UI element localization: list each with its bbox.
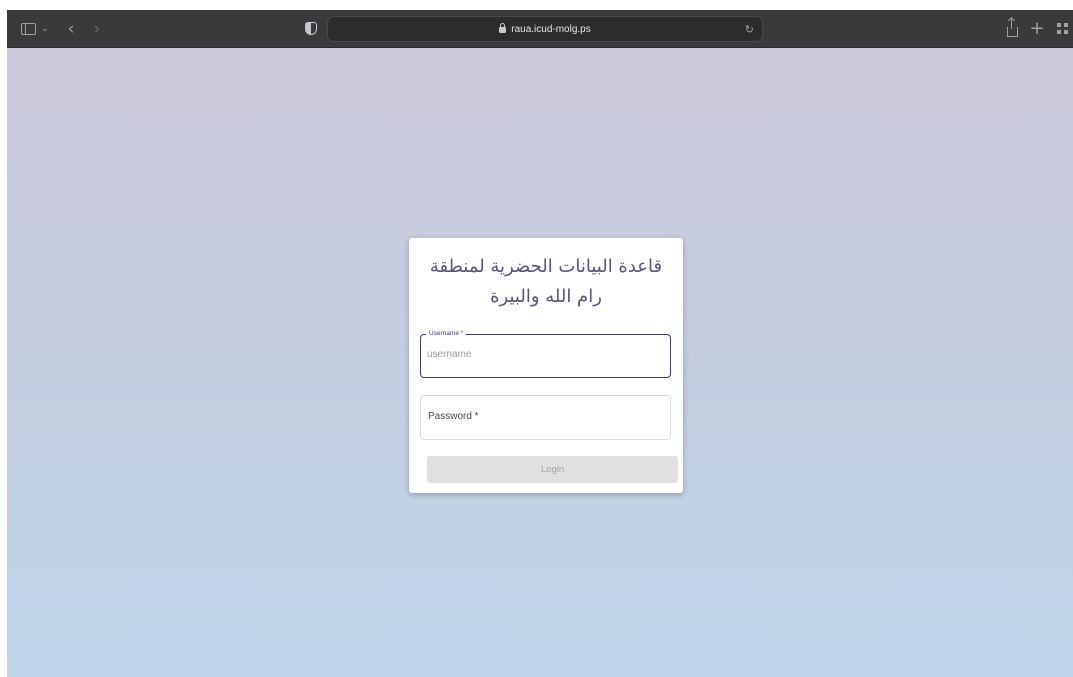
password-label: Password * bbox=[428, 411, 479, 422]
chevron-down-icon[interactable]: ⌄ bbox=[39, 10, 51, 47]
browser-window: ⌄ ‹ › raua.icud-molg.ps ↻ + قاعدة البيان… bbox=[7, 10, 1073, 677]
share-icon[interactable] bbox=[1004, 10, 1020, 47]
username-label: Username * bbox=[426, 329, 467, 339]
forward-arrow-icon[interactable]: › bbox=[89, 10, 105, 47]
username-input[interactable] bbox=[427, 349, 657, 360]
page-content: قاعدة البيانات الحضرية لمنطقة رام الله و… bbox=[7, 48, 1073, 677]
login-button[interactable]: Login bbox=[427, 456, 678, 483]
plus-icon[interactable]: + bbox=[1029, 10, 1045, 47]
sidebar-icon[interactable] bbox=[19, 10, 37, 47]
page-title: قاعدة البيانات الحضرية لمنطقة رام الله و… bbox=[419, 252, 673, 312]
lock-icon bbox=[499, 23, 507, 33]
login-card: قاعدة البيانات الحضرية لمنطقة رام الله و… bbox=[409, 238, 683, 493]
shield-icon[interactable] bbox=[304, 10, 318, 47]
tab-overview-icon[interactable] bbox=[1054, 10, 1070, 47]
url-text: raua.icud-molg.ps bbox=[511, 23, 591, 35]
address-bar[interactable]: raua.icud-molg.ps ↻ bbox=[327, 16, 763, 42]
username-field[interactable]: Username * bbox=[420, 329, 671, 378]
browser-toolbar: ⌄ ‹ › raua.icud-molg.ps ↻ + bbox=[7, 10, 1073, 48]
title-line-1: قاعدة البيانات الحضرية لمنطقة bbox=[429, 256, 663, 277]
back-arrow-icon[interactable]: ‹ bbox=[63, 10, 79, 47]
password-field[interactable]: Password * bbox=[420, 395, 671, 440]
reload-icon[interactable]: ↻ bbox=[745, 17, 754, 41]
title-line-2: رام الله والبيرة bbox=[490, 286, 602, 307]
